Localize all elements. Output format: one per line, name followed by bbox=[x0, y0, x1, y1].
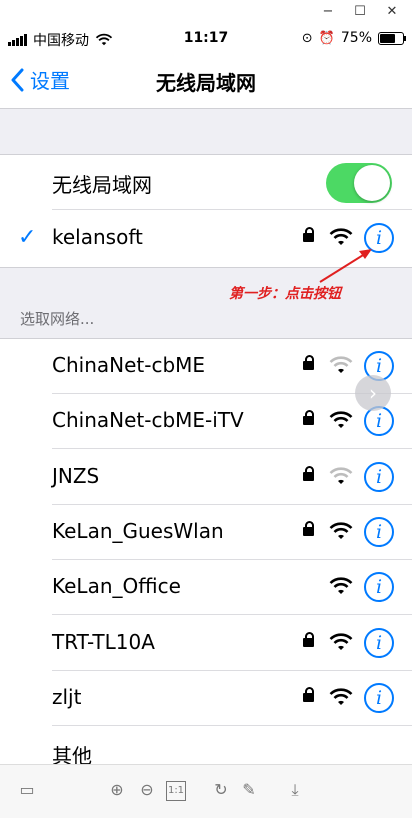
viewer-toolbar: ▭ ⊕ ⊖ 1:1 ↻ ✎ ⤓ bbox=[0, 764, 412, 818]
section-header: 选取网络... bbox=[20, 310, 95, 328]
zoom-in-icon[interactable]: ⊕ bbox=[106, 779, 128, 801]
wifi-signal-icon bbox=[329, 522, 353, 539]
wlan-toggle-row: 无线局域网 bbox=[0, 155, 412, 210]
edit-icon[interactable]: ✎ bbox=[238, 779, 260, 801]
network-row[interactable]: KeLan_GuesWlan i bbox=[0, 505, 412, 560]
wlan-toggle-switch[interactable] bbox=[326, 163, 392, 203]
status-bar: 中国移动 11:17 ⊙ ⏰ 75% bbox=[0, 26, 412, 52]
wlan-toggle-label: 无线局域网 bbox=[52, 173, 152, 197]
network-row[interactable]: ChinaNet-cbME i bbox=[0, 339, 412, 394]
maximize-button[interactable]: ☐ bbox=[350, 4, 370, 19]
rotate-icon[interactable]: ↻ bbox=[210, 779, 232, 801]
lock-icon bbox=[303, 465, 314, 481]
annotation-label: 第一步：点击按钮 bbox=[229, 286, 341, 302]
wifi-signal-icon bbox=[329, 411, 353, 429]
lock-icon bbox=[303, 520, 314, 536]
wifi-signal-icon bbox=[329, 632, 353, 650]
network-name: JNZS bbox=[52, 463, 100, 488]
alarm-icon: ⏰ bbox=[318, 30, 335, 46]
scroll-right-button[interactable]: › bbox=[355, 375, 391, 411]
network-name: ChinaNet-cbME-iTV bbox=[52, 408, 244, 433]
wifi-signal-icon bbox=[329, 467, 353, 484]
download-icon[interactable]: ⤓ bbox=[284, 779, 306, 801]
minimize-button[interactable]: − bbox=[318, 4, 338, 19]
network-name: zljt bbox=[52, 684, 82, 709]
network-row[interactable]: KeLan_Office i bbox=[0, 560, 412, 616]
info-button[interactable]: i bbox=[364, 572, 394, 603]
other-label: 其他 bbox=[52, 744, 92, 765]
network-name: KeLan_Office bbox=[52, 574, 181, 599]
network-row[interactable]: TRT-TL10A i bbox=[0, 616, 412, 671]
lock-icon bbox=[303, 686, 314, 702]
network-name: KeLan_GuesWlan bbox=[52, 518, 224, 543]
network-list: ChinaNet-cbME i ChinaNet-cbME-iTV i JNZS i KeL… bbox=[0, 338, 412, 765]
network-row[interactable]: zljt i bbox=[0, 671, 412, 726]
rotation-lock-icon: ⊙ bbox=[301, 30, 313, 46]
other-network-row[interactable]: 其他 bbox=[0, 726, 412, 765]
network-name: ChinaNet-cbME bbox=[52, 353, 206, 377]
page-title: 无线局域网 bbox=[156, 71, 256, 95]
zoom-out-icon[interactable]: ⊖ bbox=[136, 779, 158, 801]
window-control-bar: − ☐ ✕ bbox=[0, 0, 412, 26]
info-button[interactable]: i bbox=[364, 461, 394, 492]
network-name: TRT-TL10A bbox=[52, 629, 155, 654]
battery-percent: 75% bbox=[340, 30, 372, 46]
actual-size-button[interactable]: 1:1 bbox=[166, 781, 186, 801]
info-button[interactable]: i bbox=[364, 406, 394, 437]
close-button[interactable]: ✕ bbox=[382, 4, 402, 19]
network-name: kelansoft bbox=[52, 225, 143, 249]
info-button[interactable]: i bbox=[364, 682, 394, 713]
checkmark-icon: ✓ bbox=[18, 225, 37, 250]
battery-icon bbox=[378, 31, 406, 45]
network-row[interactable]: ChinaNet-cbME-iTV i bbox=[0, 394, 412, 450]
lock-icon bbox=[303, 631, 314, 647]
network-row[interactable]: JNZS i bbox=[0, 450, 412, 505]
lock-icon bbox=[303, 410, 314, 426]
thumbnail-icon[interactable]: ▭ bbox=[16, 779, 38, 801]
wifi-signal-icon bbox=[329, 688, 353, 705]
wifi-signal-icon bbox=[329, 577, 353, 595]
info-button[interactable]: i bbox=[364, 627, 394, 658]
navigation-bar: 设置 无线局域网 bbox=[0, 52, 412, 109]
info-button[interactable]: i bbox=[364, 516, 394, 547]
wifi-signal-icon bbox=[329, 356, 353, 373]
lock-icon bbox=[303, 355, 314, 370]
